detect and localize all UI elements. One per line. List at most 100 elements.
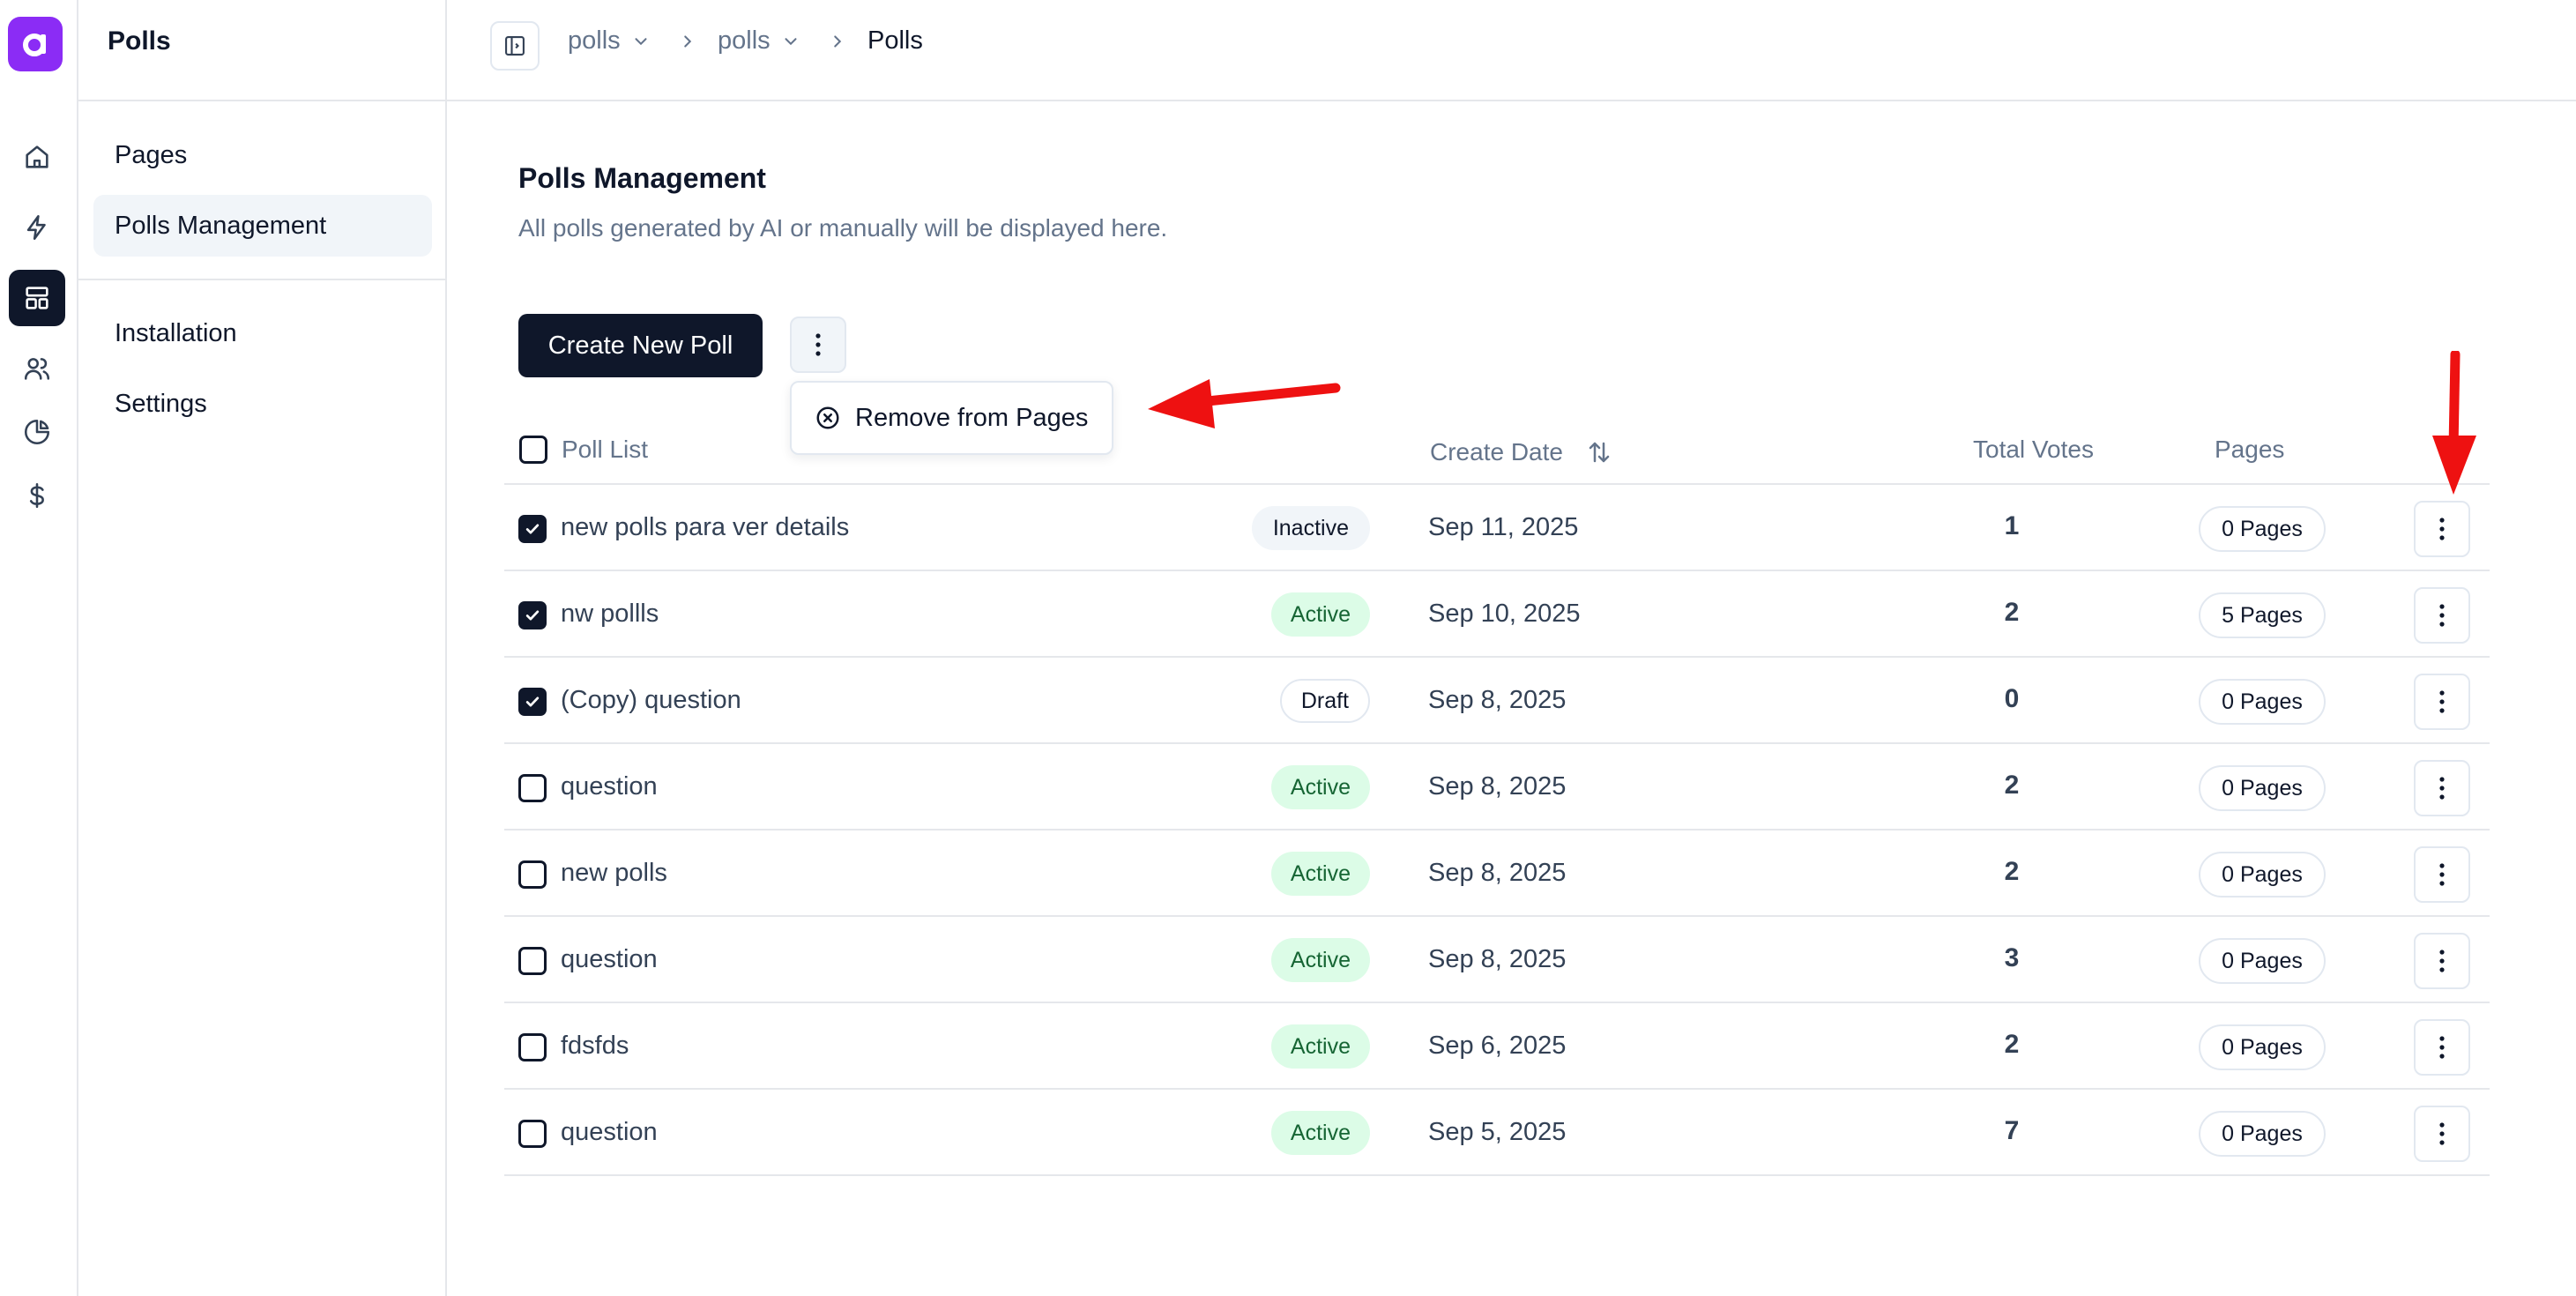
pages-count-badge[interactable]: 0 Pages [2199,765,2326,811]
row-actions-button[interactable] [2414,760,2470,816]
row-checkbox[interactable] [518,601,547,629]
pages-count-badge[interactable]: 0 Pages [2199,1111,2326,1157]
pages-count-badge[interactable]: 0 Pages [2199,852,2326,898]
total-votes: 2 [2004,857,2020,886]
annotation-arrow-left-icon [1148,379,1341,428]
create-date: Sep 8, 2025 [1428,686,1567,714]
row-actions-button[interactable] [2414,846,2470,903]
panel-toggle-icon [505,36,525,56]
column-header-total-votes: Total Votes [1973,436,2094,463]
create-date: Sep 8, 2025 [1428,859,1567,887]
breadcrumb-current: Polls [867,26,923,55]
page-subtitle: All polls generated by AI or manually wi… [518,214,1168,242]
poll-name[interactable]: question [561,772,658,801]
sidebar-item-pages[interactable]: Pages [93,124,432,186]
total-votes: 2 [2004,1030,2020,1059]
column-header-pages: Pages [2215,436,2285,463]
remove-from-pages-menu-item[interactable]: Remove from Pages [790,381,1113,455]
more-vertical-icon [2439,777,2445,800]
status-badge: Active [1270,592,1370,637]
app-logo-icon[interactable] [8,17,63,71]
table-row[interactable]: new polls para ver details Inactive Sep 11… [504,485,2490,571]
total-votes: 7 [2004,1116,2020,1145]
row-actions-button[interactable] [2414,1019,2470,1076]
home-icon[interactable] [9,129,65,185]
pages-count-badge[interactable]: 0 Pages [2199,938,2326,984]
sort-icon [1589,442,1610,463]
table-row[interactable]: fdsfds Active Sep 6, 2025 2 0 Pages [504,1003,2490,1090]
poll-name[interactable]: question [561,945,658,974]
poll-name[interactable]: nw pollls [561,600,659,629]
annotation-arrow-down-icon [2432,351,2476,495]
sidebar-item-settings[interactable]: Settings [93,373,432,435]
pages-count-badge[interactable]: 0 Pages [2199,1024,2326,1070]
row-checkbox[interactable] [518,1033,547,1061]
table-row[interactable]: (Copy) question Draft Sep 8, 2025 0 0 Pages [504,658,2490,744]
status-badge: Inactive [1251,506,1370,550]
divider [78,100,445,101]
row-actions-button[interactable] [2414,1106,2470,1162]
chevron-down-icon [635,37,647,45]
status-badge: Active [1270,938,1370,982]
total-votes: 1 [2004,511,2020,540]
dollar-icon[interactable] [9,467,65,524]
column-header-label: Create Date [1430,438,1563,466]
sidebar-item-installation[interactable]: Installation [93,302,432,364]
users-icon[interactable] [9,340,65,397]
row-actions-button[interactable] [2414,501,2470,557]
breadcrumb-label: polls [568,26,621,55]
row-checkbox[interactable] [518,1120,547,1148]
total-votes: 0 [2004,684,2020,713]
create-date: Sep 8, 2025 [1428,772,1567,801]
poll-name[interactable]: fdsfds [561,1032,629,1061]
poll-name[interactable]: question [561,1118,658,1147]
row-actions-button[interactable] [2414,587,2470,644]
row-actions-button[interactable] [2414,674,2470,730]
column-header-create-date[interactable]: Create Date [1430,438,1612,466]
more-vertical-icon [2439,604,2445,627]
breadcrumb-label: polls [718,26,771,55]
create-date: Sep 8, 2025 [1428,945,1567,973]
row-checkbox[interactable] [518,860,547,889]
row-actions-button[interactable] [2414,933,2470,989]
poll-name[interactable]: new polls para ver details [561,513,849,542]
sidebar-toggle-button[interactable] [490,21,540,71]
poll-name[interactable]: new polls [561,859,667,888]
check-icon [525,610,540,621]
row-checkbox[interactable] [518,515,547,543]
create-date: Sep 6, 2025 [1428,1032,1567,1060]
select-all-checkbox[interactable] [519,436,547,464]
pages-count-badge[interactable]: 5 Pages [2199,592,2326,638]
poll-name[interactable]: (Copy) question [561,686,741,715]
layout-icon[interactable] [9,270,65,326]
table-row[interactable]: question Active Sep 8, 2025 3 0 Pages [504,917,2490,1003]
breadcrumb-item-polls[interactable]: polls [568,26,651,56]
table-row[interactable]: new polls Active Sep 8, 2025 2 0 Pages [504,830,2490,917]
table-row[interactable]: nw pollls Active Sep 10, 2025 2 5 Pages [504,571,2490,658]
row-checkbox[interactable] [518,774,547,802]
more-vertical-icon [815,333,821,356]
pie-chart-icon[interactable] [9,404,65,460]
circle-x-icon [816,406,839,429]
logo-glyph-icon [23,34,46,56]
status-badge: Draft [1279,679,1370,723]
create-new-poll-button[interactable]: Create New Poll [518,314,763,377]
total-votes: 2 [2004,771,2020,800]
divider [78,279,445,280]
more-vertical-icon [2439,950,2445,972]
sidebar-item-polls-management[interactable]: Polls Management [93,195,432,257]
row-checkbox[interactable] [518,688,547,716]
pages-count-badge[interactable]: 0 Pages [2199,506,2326,552]
chevron-right-icon [684,35,692,48]
bulk-actions-button[interactable] [790,317,846,373]
table-row[interactable]: question Active Sep 8, 2025 2 0 Pages [504,744,2490,830]
table-row[interactable]: question Active Sep 5, 2025 7 0 Pages [504,1090,2490,1176]
page-title: Polls Management [518,162,766,194]
lightning-icon[interactable] [9,199,65,256]
create-date: Sep 11, 2025 [1428,513,1579,541]
breadcrumb-item-polls-2[interactable]: polls [718,26,800,56]
top-bar: polls polls Polls [447,0,2576,101]
row-checkbox[interactable] [518,947,547,975]
pages-count-badge[interactable]: 0 Pages [2199,679,2326,725]
create-date: Sep 5, 2025 [1428,1118,1567,1146]
